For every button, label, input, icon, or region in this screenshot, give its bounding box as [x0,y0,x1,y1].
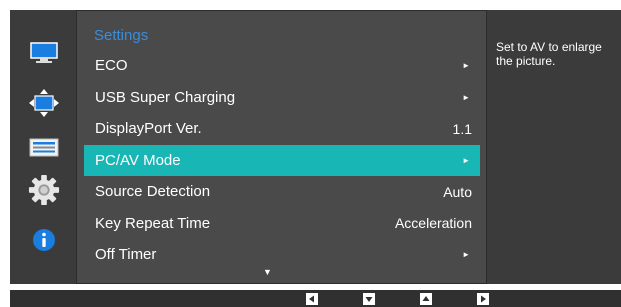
menu-item-value: Auto [443,183,472,200]
setup-icon[interactable] [28,132,60,162]
category-sidebar [10,10,76,284]
menu-item-label: ECO [95,57,128,75]
submenu-arrow-icon: ► [462,155,470,165]
control-button-bar [10,290,621,307]
menu-list: ECO ► USB Super Charging ► DisplayPort V… [84,50,480,271]
submenu-arrow-icon: ► [462,92,470,102]
info-icon[interactable] [28,225,60,255]
menu-item-label: DisplayPort Ver. [95,120,202,138]
menu-item-label: Key Repeat Time [95,214,211,232]
picture-icon[interactable] [28,38,60,68]
menu-item-pc-av-mode[interactable]: PC/AV Mode ► [84,144,480,176]
menu-item-value: Acceleration [394,215,472,232]
osd-panel: Settings ECO ► USB Super Charging ► Disp… [10,10,621,284]
menu-item-eco[interactable]: ECO ► [84,50,480,82]
menu-item-key-repeat-time[interactable]: Key Repeat Time Acceleration [84,208,480,240]
submenu-arrow-icon: ► [462,250,470,260]
menu-item-label: Off Timer [95,246,157,264]
menu-item-label: PC/AV Mode [95,151,181,169]
down-arrow-icon[interactable] [363,293,375,305]
menu-item-usb-super-charging[interactable]: USB Super Charging ► [84,82,480,114]
settings-menu: Settings ECO ► USB Super Charging ► Disp… [76,10,487,284]
help-description: Set to AV to enlarge the picture. [487,10,621,284]
menu-item-off-timer[interactable]: Off Timer ► [84,239,480,271]
scroll-down-indicator-icon[interactable]: ▼ [263,267,272,277]
up-arrow-icon[interactable] [420,293,432,305]
menu-item-label: USB Super Charging [95,88,236,106]
menu-item-value: 1.1 [452,120,472,137]
menu-title: Settings [94,27,149,44]
menu-item-label: Source Detection [95,183,211,201]
left-arrow-icon[interactable] [306,293,318,305]
submenu-arrow-icon: ► [462,61,470,71]
menu-item-source-detection[interactable]: Source Detection Auto [84,176,480,208]
settings-gear-icon[interactable] [28,173,60,207]
right-arrow-icon[interactable] [477,293,489,305]
position-icon[interactable] [28,88,60,118]
menu-item-displayport-ver[interactable]: DisplayPort Ver. 1.1 [84,113,480,145]
